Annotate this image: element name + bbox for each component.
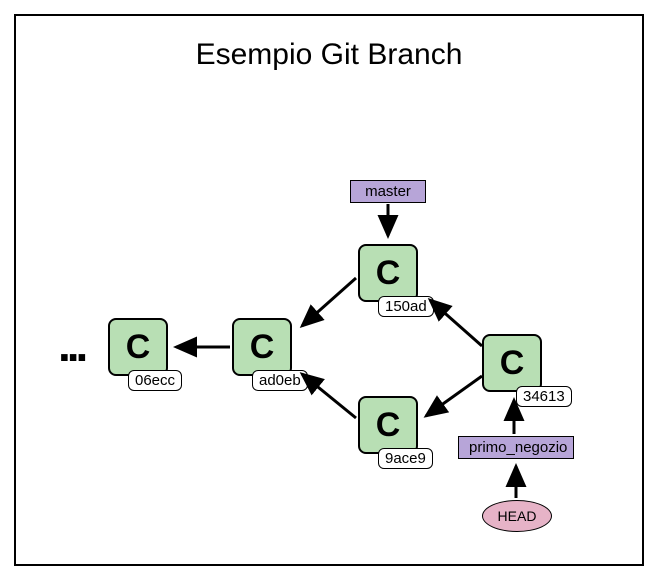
commit-node-06ecc: C [108,318,168,376]
arrow-9ace9-to-ad0eb [302,374,356,418]
commit-node-9ace9: C [358,396,418,454]
commit-hash-150ad: 150ad [378,296,434,317]
ellipsis-icon: ... [58,318,84,372]
commit-hash-ad0eb: ad0eb [252,370,308,391]
arrows-layer [16,16,646,568]
commit-hash-34613: 34613 [516,386,572,407]
commit-node-ad0eb: C [232,318,292,376]
arrow-34613-to-9ace9 [426,376,482,416]
diagram-title: Esempio Git Branch [16,38,642,72]
arrow-34613-to-150ad [430,300,482,346]
commit-node-150ad: C [358,244,418,302]
commit-hash-06ecc: 06ecc [128,370,182,391]
head-label: HEAD [482,500,552,532]
commit-node-34613: C [482,334,542,392]
diagram-frame: Esempio Git Branch ... C 06ecc C ad0eb C… [14,14,644,566]
commit-hash-9ace9: 9ace9 [378,448,433,469]
arrow-150ad-to-ad0eb [302,278,356,326]
branch-label-primo-negozio: primo_negozio [458,436,574,459]
branch-label-master: master [350,180,426,203]
